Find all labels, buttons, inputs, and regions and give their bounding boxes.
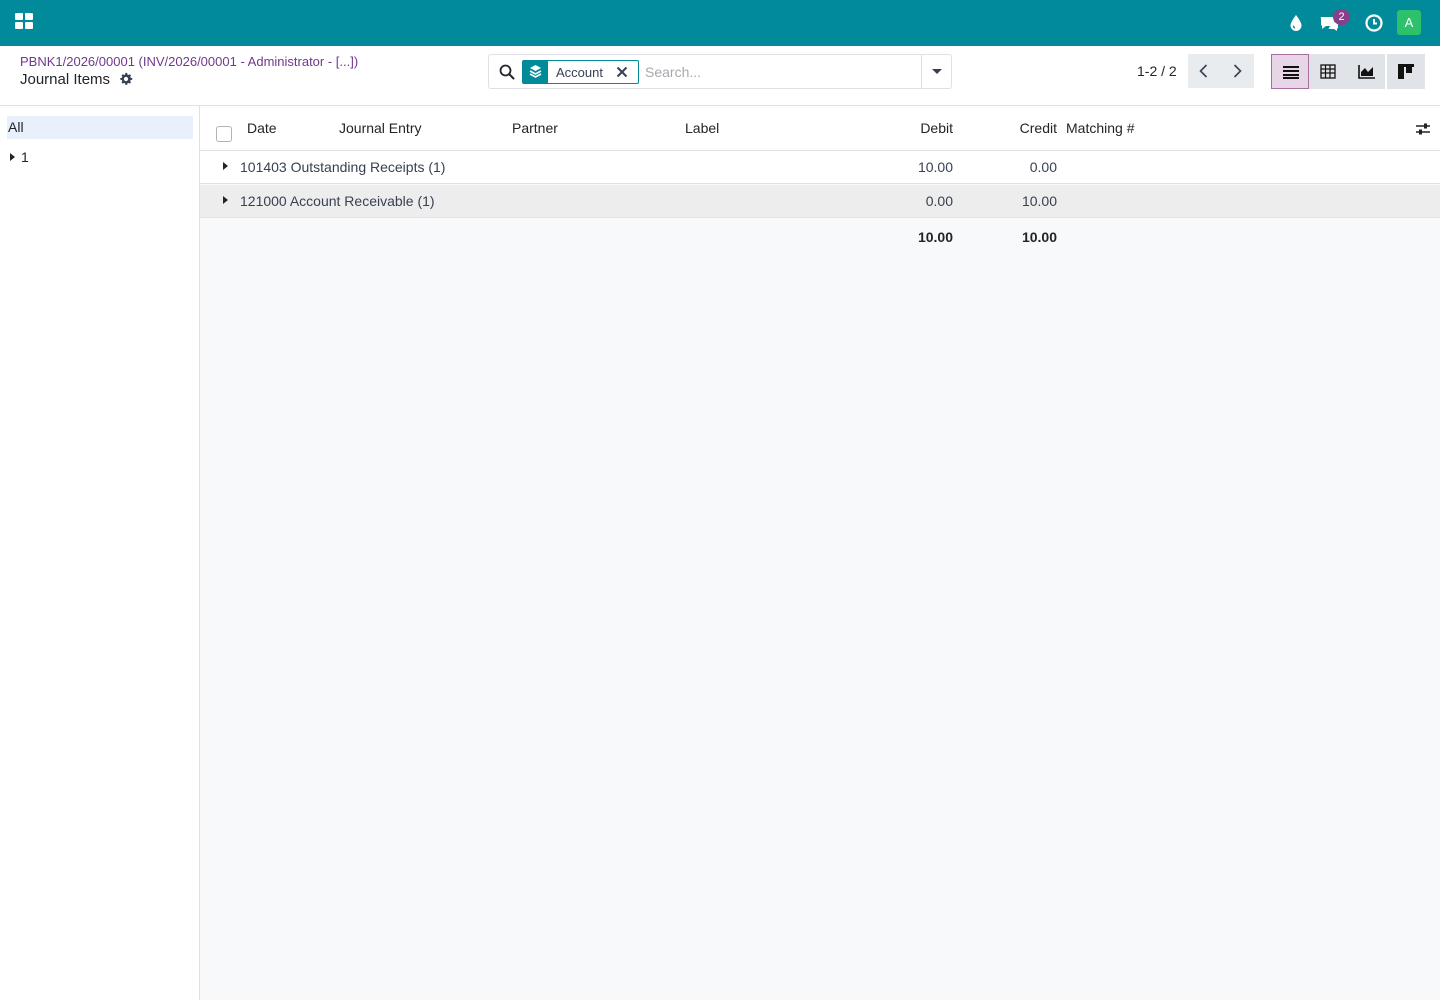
search-bar: Account xyxy=(488,54,952,89)
column-header-debit[interactable]: Debit xyxy=(873,120,953,136)
column-header-matching[interactable]: Matching # xyxy=(1066,120,1134,136)
group-row-credit: 10.00 xyxy=(1021,193,1057,209)
water-drop-icon[interactable] xyxy=(1285,12,1307,34)
group-row[interactable]: 101403 Outstanding Receipts (1) 10.00 0.… xyxy=(200,151,1440,184)
totals-row: 10.00 10.00 xyxy=(200,219,1440,253)
column-header-partner[interactable]: Partner xyxy=(512,120,558,136)
search-panel-item[interactable]: 1 xyxy=(10,149,29,165)
pager-next-button[interactable] xyxy=(1221,54,1254,88)
group-row[interactable]: 121000 Account Receivable (1) 0.00 10.00 xyxy=(200,185,1440,218)
column-header-label[interactable]: Label xyxy=(685,120,719,136)
caret-right-icon xyxy=(223,162,228,170)
chat-count-badge: 2 xyxy=(1333,9,1350,25)
search-panel: All 1 xyxy=(0,106,200,1000)
search-panel-all[interactable]: All xyxy=(7,116,193,139)
search-options-toggle[interactable] xyxy=(921,55,951,88)
column-header-credit[interactable]: Credit xyxy=(977,120,1057,136)
control-panel: PBNK1/2026/00001 (INV/2026/00001 - Admin… xyxy=(0,46,1440,106)
list-view-icon xyxy=(1283,66,1299,79)
breadcrumb-link[interactable]: PBNK1/2026/00001 (INV/2026/00001 - Admin… xyxy=(20,54,358,69)
pager-previous-button[interactable] xyxy=(1188,54,1221,88)
search-facet-account[interactable]: Account xyxy=(522,60,639,84)
group-row-debit: 0.00 xyxy=(925,193,953,209)
chevron-left-icon xyxy=(1199,64,1208,78)
caret-right-icon xyxy=(223,196,228,204)
kanban-view-icon xyxy=(1398,64,1414,79)
facet-label: Account xyxy=(556,65,603,80)
top-navbar: 2 A xyxy=(0,0,1440,46)
graph-view-icon xyxy=(1358,65,1375,79)
list-view: Date Journal Entry Partner Label Debit C… xyxy=(200,106,1440,1000)
view-pivot-button[interactable] xyxy=(1309,54,1347,89)
clock-icon[interactable] xyxy=(1363,12,1385,34)
search-panel-item-label: 1 xyxy=(21,149,29,165)
facet-group-icon xyxy=(523,61,548,83)
pager-value[interactable]: 1-2 / 2 xyxy=(1137,63,1177,79)
view-kanban-button[interactable] xyxy=(1387,54,1425,89)
chevron-right-icon xyxy=(1233,64,1242,78)
group-row-label: 101403 Outstanding Receipts (1) xyxy=(240,159,446,175)
user-avatar[interactable]: A xyxy=(1397,10,1421,35)
list-header: Date Journal Entry Partner Label Debit C… xyxy=(200,106,1440,151)
group-row-debit: 10.00 xyxy=(917,159,953,175)
total-credit: 10.00 xyxy=(1021,229,1057,245)
column-header-date[interactable]: Date xyxy=(247,120,277,136)
view-list-button[interactable] xyxy=(1271,54,1309,89)
gear-icon[interactable] xyxy=(119,72,133,86)
group-row-label: 121000 Account Receivable (1) xyxy=(240,193,435,209)
caret-right-icon xyxy=(10,153,15,162)
search-input[interactable] xyxy=(645,62,915,82)
optional-columns-icon[interactable] xyxy=(1415,122,1431,136)
total-debit: 10.00 xyxy=(917,229,953,245)
close-icon[interactable] xyxy=(615,65,629,79)
group-row-credit: 0.00 xyxy=(1029,159,1057,175)
page-title: Journal Items xyxy=(20,71,111,88)
column-header-journal-entry[interactable]: Journal Entry xyxy=(339,120,421,136)
select-all-checkbox[interactable] xyxy=(216,126,232,142)
pivot-view-icon xyxy=(1320,64,1336,79)
view-graph-button[interactable] xyxy=(1347,54,1385,89)
search-icon[interactable] xyxy=(499,64,515,80)
apps-menu-icon[interactable] xyxy=(15,13,33,31)
